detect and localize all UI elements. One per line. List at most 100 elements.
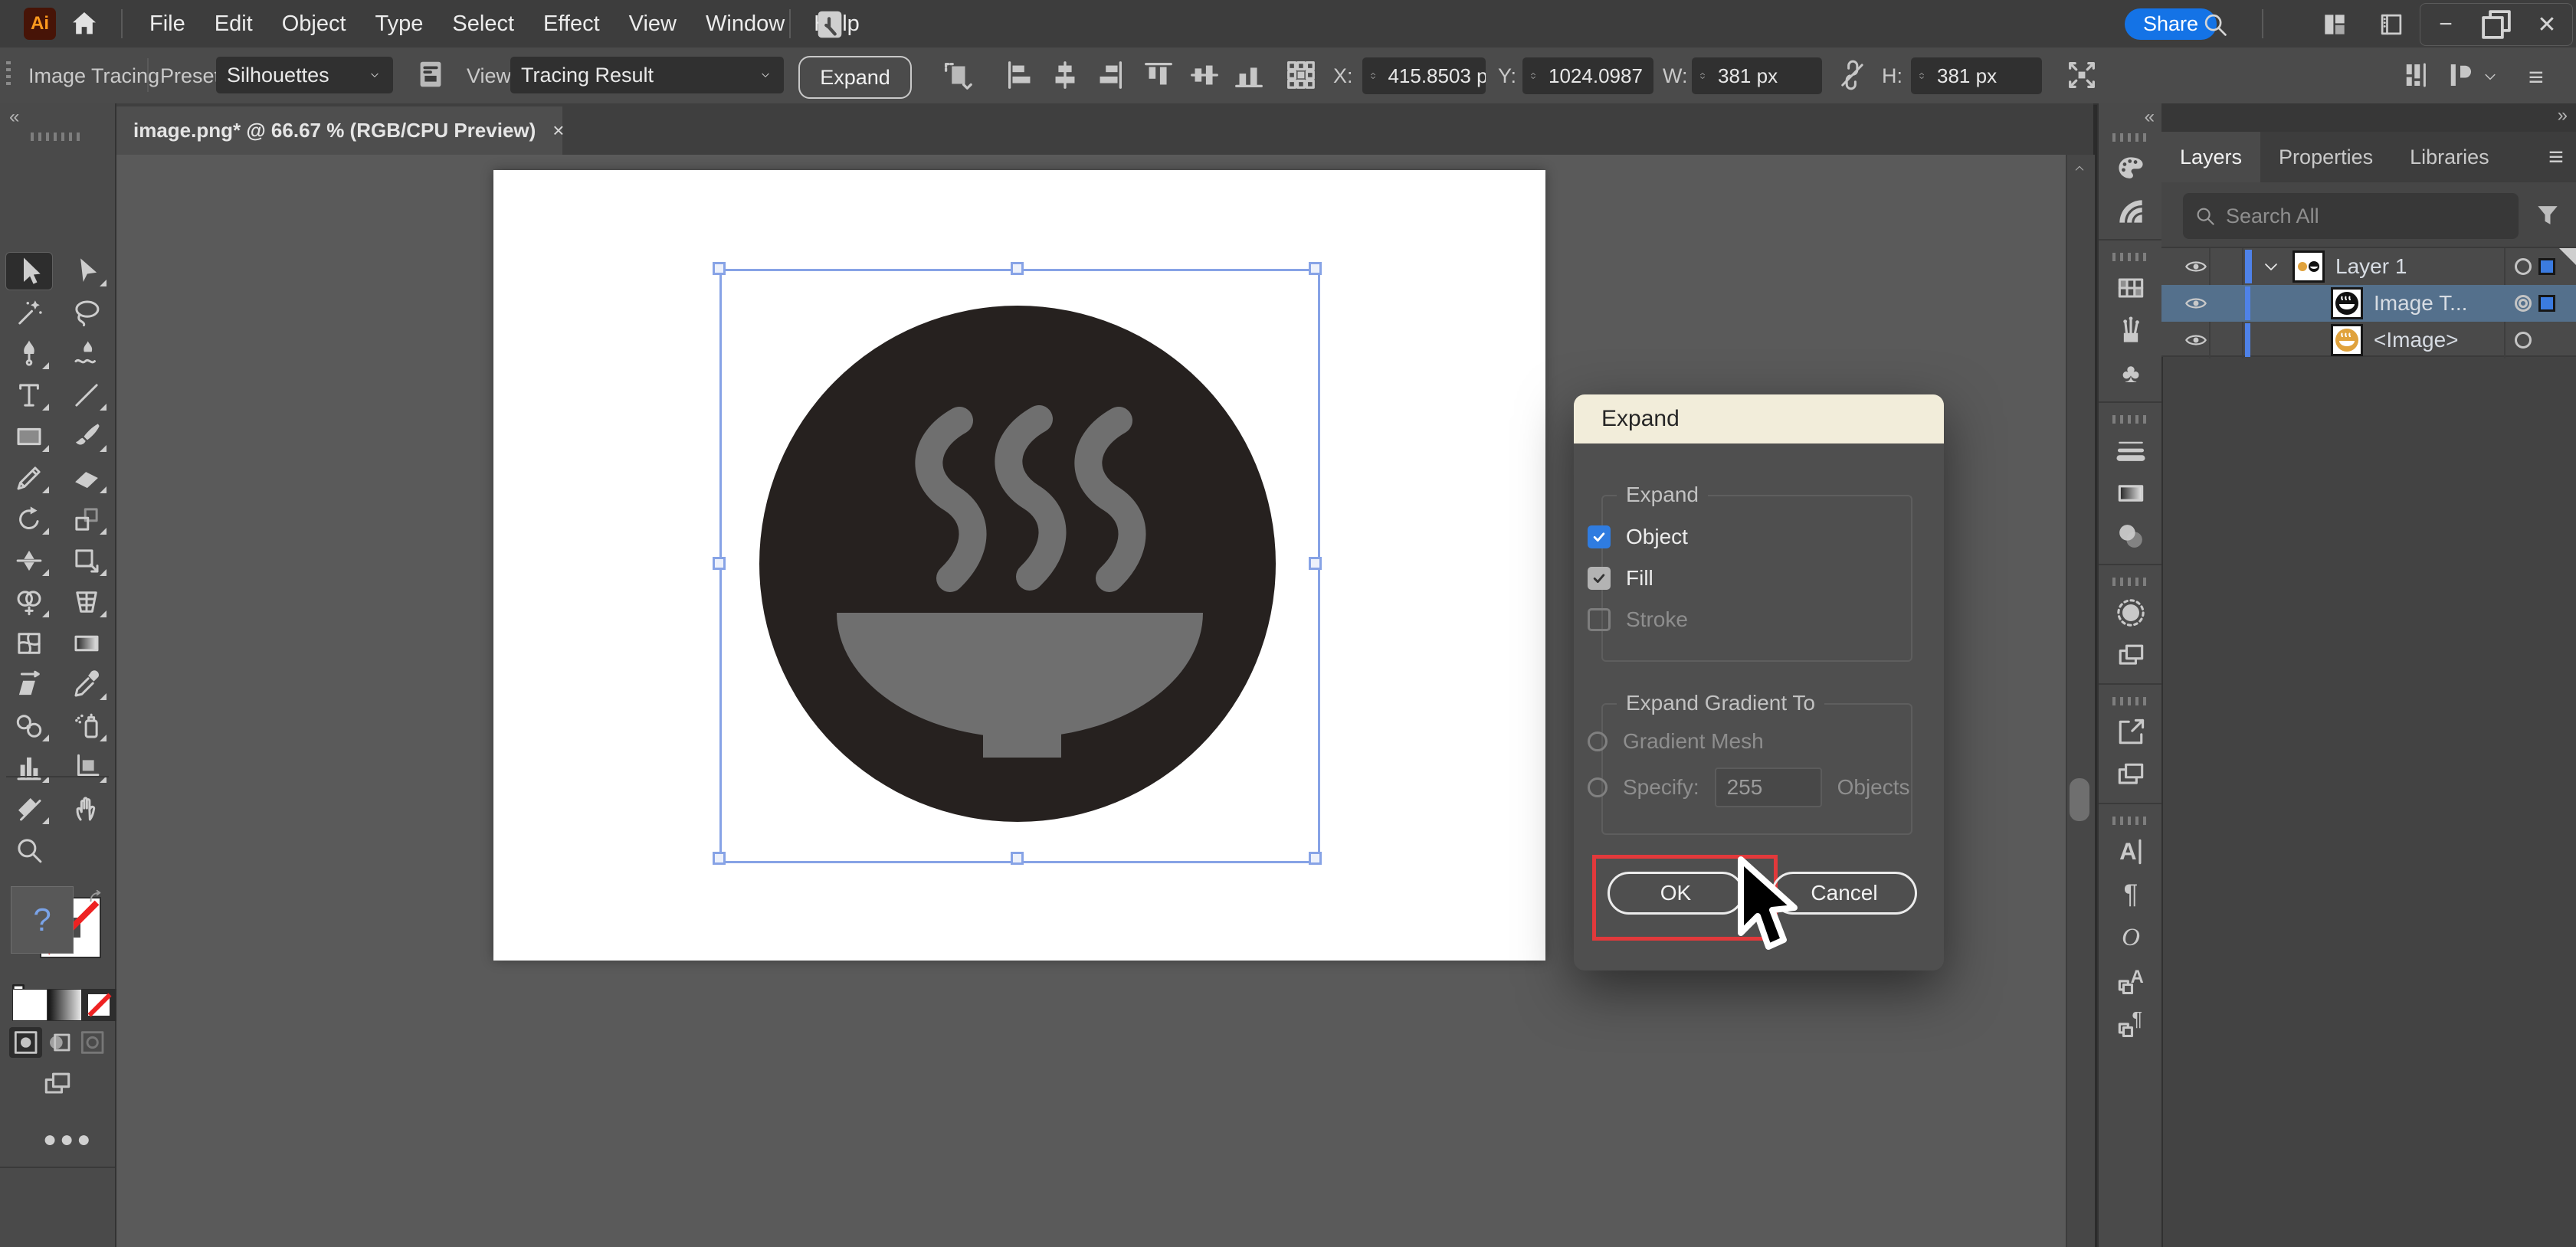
drag-handle[interactable] [2112,817,2149,825]
document-tab[interactable]: image.png* @ 66.67 % (RGB/CPU Preview) × [116,106,562,155]
y-field[interactable]: 1024.0987 [1522,57,1653,94]
constrain-proportions-icon[interactable] [1836,57,1868,93]
layer-row-image-trace[interactable]: Image T... [2161,285,2576,322]
h-stepper[interactable] [1911,72,1932,80]
visibility-eye-icon[interactable] [2183,328,2209,352]
selection-handle[interactable] [713,262,726,275]
mesh-tool[interactable] [6,625,52,662]
tab-layers[interactable]: Layers [2161,132,2260,182]
checkbox-icon[interactable] [1588,525,1611,548]
checkbox-object[interactable]: Object [1588,523,1688,551]
align-bottom-icon[interactable] [1231,57,1267,93]
align-middle-icon[interactable] [1187,57,1222,93]
expand-layer-icon[interactable] [2261,257,2281,276]
vertical-scrollbar[interactable] [2066,155,2095,1247]
symbols-panel-icon[interactable]: ♣ [2114,357,2148,391]
search-input[interactable]: Search All [2183,193,2519,239]
gradient-tool[interactable] [64,625,110,662]
draw-normal-icon[interactable] [9,1027,42,1058]
align-left-icon[interactable] [1003,57,1038,93]
rotate-tool[interactable] [6,501,52,538]
eraser-tool[interactable] [64,460,110,496]
transform-options-icon[interactable] [933,57,979,93]
checkbox-fill[interactable]: Fill [1588,565,1653,592]
w-field[interactable]: 381 px [1692,57,1822,94]
target-double-circle-icon[interactable] [2515,295,2532,312]
gradient-button[interactable] [48,989,83,1021]
close-button[interactable]: ✕ [2522,4,2572,45]
paragraph-styles-panel-icon[interactable]: ¶ [2114,1006,2148,1040]
menu-view[interactable]: View [615,0,691,47]
layer-name[interactable]: <Image> [2374,322,2459,358]
artboard-tool[interactable] [64,749,110,786]
expand-dock-icon[interactable]: « [2145,106,2152,128]
hand-tool[interactable] [64,790,110,827]
radio-gradient-mesh[interactable]: Gradient Mesh [1588,728,1764,755]
line-segment-tool[interactable] [64,377,110,414]
transparency-panel-icon[interactable] [2114,519,2148,553]
align-panel-icon[interactable] [2400,57,2432,93]
rectangle-tool[interactable] [6,418,52,455]
radio-specify[interactable]: Specify: 255 Objects [1588,774,1910,801]
width-tool[interactable] [6,542,52,579]
color-button[interactable] [12,989,48,1021]
align-center-icon[interactable] [1047,57,1083,93]
search-icon[interactable] [2201,10,2230,39]
tab-libraries[interactable]: Libraries [2391,132,2508,182]
selection-indicator[interactable] [2538,258,2555,275]
menu-edit[interactable]: Edit [200,0,267,47]
selection-tool[interactable] [5,252,53,290]
appearance-panel-icon[interactable] [2114,596,2148,630]
filter-icon[interactable] [2533,201,2562,230]
pen-tool[interactable] [6,335,52,372]
checkbox-icon[interactable] [1588,567,1611,590]
visibility-eye-icon[interactable] [2183,254,2209,279]
selection-handle[interactable] [1309,852,1322,865]
character-styles-panel-icon[interactable]: A [2114,964,2148,997]
drag-handle[interactable] [2112,415,2149,424]
y-stepper[interactable] [1522,72,1544,80]
selection-handle[interactable] [1011,262,1024,275]
x-field[interactable]: 415.8503 p [1362,57,1486,94]
magic-wand-tool[interactable] [6,294,52,331]
swatches-panel-icon[interactable] [2114,271,2148,305]
layer-thumbnail[interactable] [2331,287,2363,319]
gradient-panel-icon[interactable] [2114,476,2148,510]
x-stepper[interactable] [1362,72,1383,80]
blend-tool[interactable] [6,708,52,745]
menu-object[interactable]: Object [267,0,361,47]
workspace-panel-icon[interactable] [2377,10,2406,39]
collapse-dock-icon[interactable]: » [2558,105,2565,126]
paintbrush-tool[interactable] [64,418,110,455]
screen-mode-icon[interactable] [38,1067,77,1101]
drag-handle[interactable] [2112,253,2149,261]
brushes-panel-icon[interactable] [2114,314,2148,348]
scale-tool[interactable] [64,501,110,538]
none-button[interactable] [81,989,116,1021]
selection-handle[interactable] [713,557,726,570]
slice-tool[interactable] [6,790,52,827]
restore-button[interactable] [2471,4,2522,45]
home-icon[interactable] [69,8,100,39]
view-dropdown[interactable]: Tracing Result [510,57,784,93]
minimize-button[interactable]: − [2420,4,2471,45]
layer-thumbnail[interactable] [2331,324,2363,356]
visibility-eye-icon[interactable] [2183,291,2209,316]
image-trace-panel-icon[interactable] [413,57,448,92]
type-tool[interactable] [6,377,52,414]
selection-handle[interactable] [713,852,726,865]
color-guide-panel-icon[interactable] [2114,195,2148,228]
selection-indicator[interactable] [2538,295,2555,312]
checkbox-icon[interactable] [1588,608,1611,631]
radio-icon[interactable] [1588,732,1608,751]
menu-type[interactable]: Type [361,0,438,47]
layer-name[interactable]: Image T... [2374,285,2467,322]
scrollbar-thumb[interactable] [2070,778,2089,821]
swap-fill-stroke-icon[interactable] [84,888,107,908]
target-circle-icon[interactable] [2515,332,2532,349]
artboards-panel-icon[interactable] [2114,758,2148,792]
menu-select[interactable]: Select [438,0,529,47]
drag-handle[interactable] [2112,133,2149,142]
draw-inside-icon[interactable] [76,1027,109,1058]
menu-effect[interactable]: Effect [529,0,615,47]
